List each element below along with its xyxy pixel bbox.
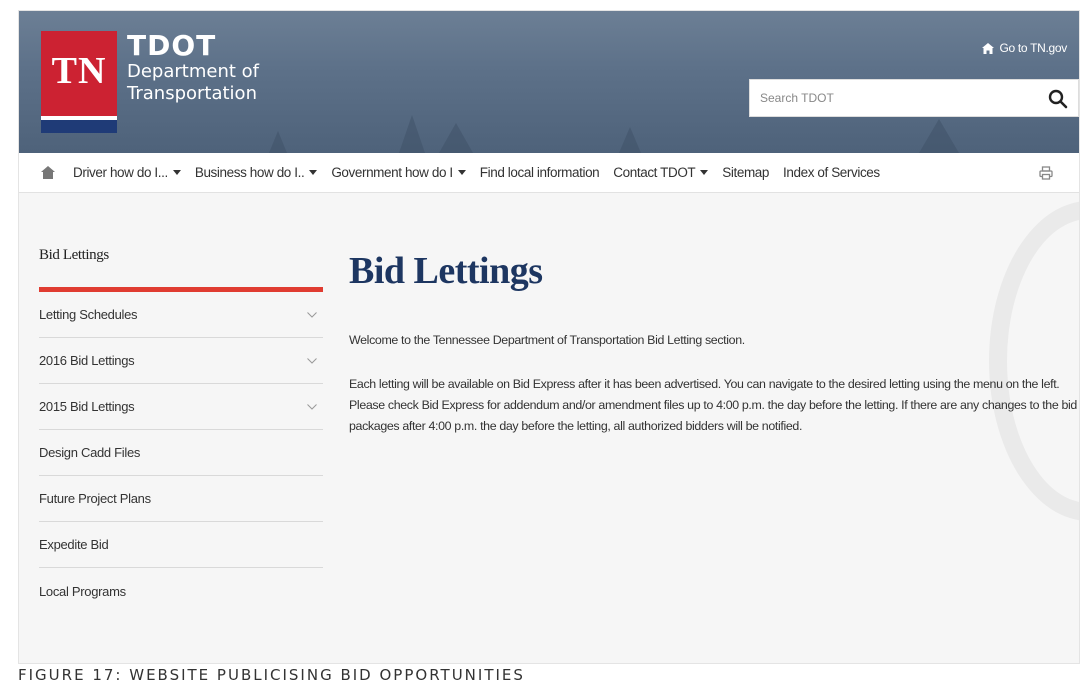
sidebar-item-future-project-plans[interactable]: Future Project Plans bbox=[39, 476, 323, 522]
print-icon[interactable] bbox=[1039, 166, 1053, 180]
sidebar-item-2015-bid-lettings[interactable]: 2015 Bid Lettings bbox=[39, 384, 323, 430]
nav-label: Index of Services bbox=[783, 165, 880, 180]
nav-label: Driver how do I... bbox=[73, 165, 168, 180]
sidebar-item-label: 2016 Bid Lettings bbox=[39, 353, 135, 368]
intro-paragraph: Welcome to the Tennessee Department of T… bbox=[349, 333, 745, 347]
sidebar-item-design-cadd-files[interactable]: Design Cadd Files bbox=[39, 430, 323, 476]
sidebar-item-local-programs[interactable]: Local Programs bbox=[39, 568, 323, 614]
search-box bbox=[749, 79, 1079, 117]
caret-down-icon bbox=[700, 170, 709, 175]
goto-tn-gov-label: Go to TN.gov bbox=[999, 41, 1067, 55]
nav-label: Government how do I bbox=[331, 165, 453, 180]
nav-find-local-information[interactable]: Find local information bbox=[480, 165, 600, 180]
home-nav-icon[interactable] bbox=[41, 166, 55, 179]
chevron-down-icon bbox=[307, 311, 317, 318]
nav-index-of-services[interactable]: Index of Services bbox=[783, 165, 880, 180]
search-icon[interactable] bbox=[1048, 89, 1068, 109]
nav-business-how-do-i[interactable]: Business how do I.. bbox=[194, 165, 318, 180]
sidebar-item-label: 2015 Bid Lettings bbox=[39, 399, 135, 414]
figure-caption: FIGURE 17: WEBSITE PUBLICISING BID OPPOR… bbox=[18, 666, 525, 681]
tn-badge-text: TN bbox=[51, 50, 107, 92]
goto-tn-gov-link[interactable]: Go to TN.gov bbox=[982, 41, 1067, 55]
nav-sitemap[interactable]: Sitemap bbox=[722, 165, 769, 180]
home-icon bbox=[982, 42, 995, 54]
header-banner: TN TDOT Department of Transportation Go … bbox=[19, 11, 1079, 153]
sidebar-item-label: Future Project Plans bbox=[39, 491, 151, 506]
sidebar-title: Bid Lettings bbox=[39, 247, 109, 263]
nav-label: Find local information bbox=[479, 165, 600, 180]
caret-down-icon bbox=[457, 170, 466, 175]
nav-label: Business how do I.. bbox=[194, 165, 305, 180]
body-paragraph: Each letting will be available on Bid Ex… bbox=[349, 377, 1077, 433]
caret-down-icon bbox=[309, 170, 318, 175]
logo-abbr: TDOT bbox=[127, 29, 217, 62]
nav-driver-how-do-i[interactable]: Driver how do I... bbox=[73, 165, 181, 180]
search-input[interactable] bbox=[750, 91, 1040, 105]
nav-label: Contact TDOT bbox=[613, 165, 696, 180]
sidebar-item-expedite-bid[interactable]: Expedite Bid bbox=[39, 522, 323, 568]
main-nav: Driver how do I... Business how do I.. G… bbox=[19, 153, 1079, 193]
sidebar-item-2016-bid-lettings[interactable]: 2016 Bid Lettings bbox=[39, 338, 323, 384]
logo-line-1: Department of bbox=[127, 61, 259, 82]
nav-contact-tdot[interactable]: Contact TDOT bbox=[613, 165, 709, 180]
sidebar-item-label: Local Programs bbox=[39, 583, 126, 599]
sidebar-item-label: Expedite Bid bbox=[39, 537, 109, 552]
chevron-down-icon bbox=[307, 357, 317, 364]
sidebar-item-label: Design Cadd Files bbox=[39, 445, 141, 460]
chevron-down-icon bbox=[307, 403, 317, 410]
sidebar-item-letting-schedules[interactable]: Letting Schedules bbox=[39, 292, 323, 338]
caret-down-icon bbox=[172, 170, 181, 175]
decorative-arc bbox=[989, 201, 1079, 521]
tdot-logo[interactable]: TN TDOT Department of Transportation bbox=[41, 31, 259, 133]
tn-badge: TN bbox=[41, 31, 117, 133]
sidebar-menu: Bid Lettings Letting Schedules 2016 Bid … bbox=[39, 247, 323, 614]
page-title: Bid Lettings bbox=[349, 250, 543, 292]
logo-line-2: Transportation bbox=[127, 83, 257, 104]
nav-label: Sitemap bbox=[722, 165, 770, 180]
nav-government-how-do-i[interactable]: Government how do I bbox=[331, 165, 466, 180]
sidebar-item-label: Letting Schedules bbox=[39, 307, 138, 322]
browser-page: TN TDOT Department of Transportation Go … bbox=[18, 10, 1080, 664]
